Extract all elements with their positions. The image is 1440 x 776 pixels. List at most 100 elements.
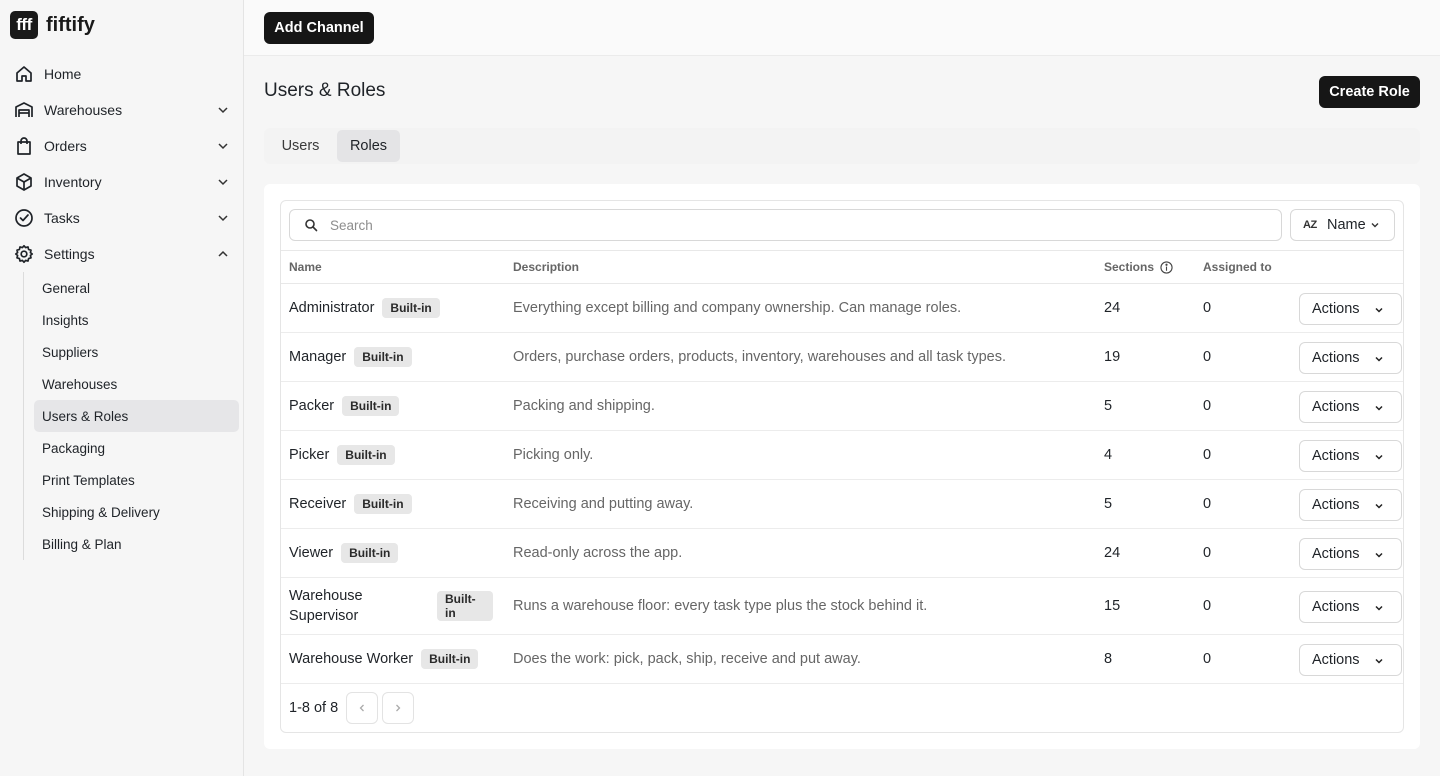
nav-label: Inventory <box>44 174 102 190</box>
roles-table-container: AZ Name Name Description Sections Assign… <box>280 200 1404 733</box>
table-row: Administrator Built-in Everything except b… <box>281 284 1403 333</box>
sidebar-item-insights[interactable]: Insights <box>34 304 239 336</box>
nav-item-orders[interactable]: Orders <box>10 128 240 164</box>
search-icon <box>305 219 318 232</box>
sidebar-item-packaging[interactable]: Packaging <box>34 432 239 464</box>
role-description: Orders, purchase orders, products, inven… <box>513 349 1006 365</box>
actions-label: Actions <box>1312 598 1360 615</box>
role-sections-count: 8 <box>1104 651 1113 667</box>
role-name[interactable]: Viewer <box>289 543 333 563</box>
sidebar-item-warehouses[interactable]: Warehouses <box>34 368 239 400</box>
role-assigned-count: 0 <box>1203 447 1212 463</box>
nav-label: Warehouses <box>44 102 123 118</box>
role-name[interactable]: Picker <box>289 445 329 465</box>
prev-page-button[interactable] <box>346 692 379 724</box>
tab-bar: Users Roles <box>264 128 1420 164</box>
search-box <box>289 209 1282 241</box>
chevron-down-icon <box>1375 307 1383 313</box>
role-name-cell: Viewer Built-in <box>289 529 499 577</box>
shopping-bag-icon <box>14 136 34 156</box>
chevron-down-icon <box>218 107 228 114</box>
chevron-down-icon <box>1375 552 1383 558</box>
nav-label: Home <box>44 66 82 82</box>
header-assigned: Assigned to <box>1203 260 1272 274</box>
chevron-down-icon <box>218 215 228 222</box>
actions-button[interactable]: Actions <box>1299 590 1402 623</box>
sidebar: fff fiftify Home Warehouses Orders Inven… <box>0 0 244 776</box>
chevron-down-icon <box>1375 503 1383 509</box>
role-name[interactable]: Manager <box>289 347 346 367</box>
role-name-cell: Warehouse Supervisor Built-in <box>289 578 499 634</box>
nav-item-warehouses[interactable]: Warehouses <box>10 92 240 128</box>
role-description: Everything except billing and company ow… <box>513 300 962 316</box>
tab-users[interactable]: Users <box>270 130 331 162</box>
sort-label: Name <box>1327 217 1366 233</box>
role-description: Picking only. <box>513 447 594 463</box>
info-icon[interactable] <box>1160 260 1173 274</box>
next-page-button[interactable] <box>382 692 415 724</box>
built-in-badge: Built-in <box>421 649 479 669</box>
sidebar-item-suppliers[interactable]: Suppliers <box>34 336 239 368</box>
role-name[interactable]: Warehouse Worker <box>289 649 413 669</box>
nav-item-inventory[interactable]: Inventory <box>10 164 240 200</box>
sidebar-item-billing-plan[interactable]: Billing & Plan <box>34 528 239 560</box>
sidebar-item-general[interactable]: General <box>34 272 239 304</box>
chevron-right-icon <box>396 704 401 712</box>
role-sections-count: 5 <box>1104 496 1113 512</box>
table-row: Receiver Built-in Receiving and putting aw… <box>281 480 1403 529</box>
actions-button[interactable]: Actions <box>1299 488 1402 521</box>
warehouse-icon <box>14 100 34 120</box>
chevron-up-icon <box>218 250 228 257</box>
search-input[interactable] <box>330 217 1230 233</box>
built-in-badge: Built-in <box>382 298 440 318</box>
tab-roles[interactable]: Roles <box>337 130 400 162</box>
role-name[interactable]: Warehouse Supervisor <box>289 586 429 626</box>
actions-button[interactable]: Actions <box>1299 390 1402 423</box>
role-sections-count: 19 <box>1104 349 1121 365</box>
role-name[interactable]: Administrator <box>289 298 374 318</box>
built-in-badge: Built-in <box>354 347 412 367</box>
nav-item-home[interactable]: Home <box>10 56 240 92</box>
header-sections: Sections <box>1104 251 1173 283</box>
nav-item-settings[interactable]: Settings <box>10 236 240 272</box>
pagination-text: 1-8 of 8 <box>289 700 339 716</box>
table-row: Picker Built-in Picking only. 4 0 Actions <box>281 431 1403 480</box>
actions-label: Actions <box>1312 349 1360 366</box>
table-row: Manager Built-in Orders, purchase orders, … <box>281 333 1403 382</box>
brand[interactable]: fff fiftify <box>10 11 95 39</box>
check-circle-icon <box>14 208 34 228</box>
chevron-down-icon <box>1371 223 1379 228</box>
table-row: Warehouse Supervisor Built-in Runs a wareh… <box>281 578 1403 635</box>
built-in-badge: Built-in <box>337 445 395 465</box>
role-name-cell: Administrator Built-in <box>289 284 499 332</box>
header-name[interactable]: Name <box>289 251 322 283</box>
sidebar-item-users-roles[interactable]: Users & Roles <box>34 400 239 432</box>
table-row: Warehouse Worker Built-in Does the work: p… <box>281 635 1403 684</box>
chevron-left-icon <box>359 704 365 712</box>
role-name-cell: Packer Built-in <box>289 382 499 430</box>
role-assigned-count: 0 <box>1203 598 1212 614</box>
role-name[interactable]: Packer <box>289 396 334 416</box>
chevron-down-icon <box>218 179 228 186</box>
nav-item-tasks[interactable]: Tasks <box>10 200 240 236</box>
chevron-down-icon <box>1375 658 1383 664</box>
role-assigned-count: 0 <box>1203 300 1212 316</box>
sidebar-item-print-templates[interactable]: Print Templates <box>34 464 239 496</box>
add-channel-button[interactable]: Add Channel <box>264 12 374 44</box>
header-sections-label: Sections <box>1104 260 1155 274</box>
built-in-badge: Built-in <box>341 543 399 563</box>
actions-button[interactable]: Actions <box>1299 643 1402 676</box>
role-sections-count: 24 <box>1104 300 1121 316</box>
role-name[interactable]: Receiver <box>289 494 346 514</box>
actions-button[interactable]: Actions <box>1299 537 1402 570</box>
role-sections-count: 5 <box>1104 398 1113 414</box>
role-name-cell: Manager Built-in <box>289 333 499 381</box>
actions-button[interactable]: Actions <box>1299 292 1402 325</box>
header-description: Description <box>513 260 580 274</box>
actions-label: Actions <box>1312 545 1360 562</box>
sort-button[interactable]: AZ Name <box>1290 209 1395 241</box>
create-role-button[interactable]: Create Role <box>1319 76 1420 108</box>
actions-button[interactable]: Actions <box>1299 341 1402 374</box>
actions-button[interactable]: Actions <box>1299 439 1402 472</box>
sidebar-item-shipping-delivery[interactable]: Shipping & Delivery <box>34 496 239 528</box>
